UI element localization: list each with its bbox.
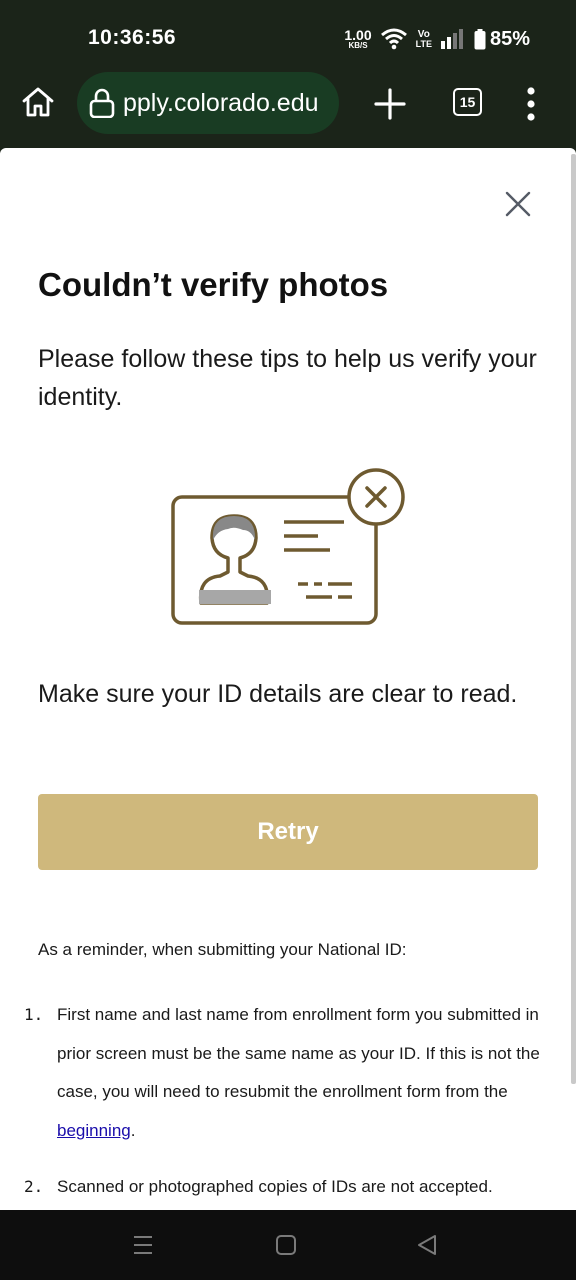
recent-apps-icon[interactable] — [132, 1234, 154, 1256]
network-speed-value: 1.00 — [344, 27, 372, 43]
signal-icon — [440, 29, 463, 49]
list-marker: 2. — [24, 1177, 44, 1196]
list-item-text: First name and last name from enrollment… — [57, 1005, 540, 1101]
wifi-icon — [380, 28, 407, 50]
verification-dialog: Couldn’t verify photos Please follow the… — [0, 148, 576, 1210]
home-square-icon[interactable] — [275, 1234, 297, 1256]
battery-icon — [474, 28, 486, 49]
scrollbar[interactable] — [571, 154, 576, 1084]
back-triangle-icon[interactable] — [416, 1233, 438, 1257]
id-card-error-illustration — [171, 468, 405, 625]
beginning-link[interactable]: beginning — [57, 1121, 131, 1140]
url-text[interactable]: pply.colorado.edu — [123, 89, 319, 118]
dialog-title: Couldn’t verify photos — [38, 266, 389, 303]
status-bar: 10:36:56 1.00 KB/S Vo LTE 85% — [0, 0, 576, 72]
volte-bottom: LTE — [415, 38, 432, 49]
status-indicators: 1.00 KB/S Vo LTE 85% — [344, 26, 530, 52]
browser-toolbar: pply.colorado.edu 15 — [0, 72, 576, 148]
status-time: 10:36:56 — [88, 26, 177, 49]
close-icon[interactable] — [504, 190, 532, 218]
system-nav-bar — [0, 1210, 576, 1280]
url-bar[interactable]: pply.colorado.edu — [77, 72, 339, 134]
battery-percent: 85% — [489, 27, 530, 50]
list-item-end: . — [130, 1120, 136, 1140]
list-item-text: Scanned or photographed copies of IDs ar… — [57, 1177, 493, 1196]
home-icon[interactable] — [20, 84, 56, 120]
reminder-list: 1. First name and last name from enrollm… — [22, 996, 542, 1207]
reminder-intro: As a reminder, when submitting your Nati… — [38, 940, 407, 959]
list-marker: 1. — [24, 1005, 44, 1024]
plus-icon[interactable] — [372, 86, 408, 122]
dialog-subtitle: Please follow these tips to help us veri… — [38, 345, 537, 411]
id-hint: Make sure your ID details are clear to r… — [38, 680, 518, 708]
list-item: 2. Scanned or photographed copies of IDs… — [22, 1168, 542, 1207]
list-item: 1. First name and last name from enrollm… — [22, 996, 542, 1150]
lock-icon[interactable] — [89, 88, 115, 118]
tab-switcher-button[interactable]: 15 — [453, 88, 482, 116]
battery: 85% — [474, 28, 530, 51]
network-speed-unit: KB/S — [348, 41, 368, 50]
tab-count: 15 — [459, 94, 476, 110]
volte-top: Vo — [417, 28, 430, 40]
network-speed: 1.00 KB/S — [344, 28, 371, 50]
retry-button[interactable]: Retry — [38, 794, 538, 870]
kebab-menu-icon[interactable] — [520, 86, 542, 122]
volte-indicator: Vo LTE — [415, 28, 432, 49]
